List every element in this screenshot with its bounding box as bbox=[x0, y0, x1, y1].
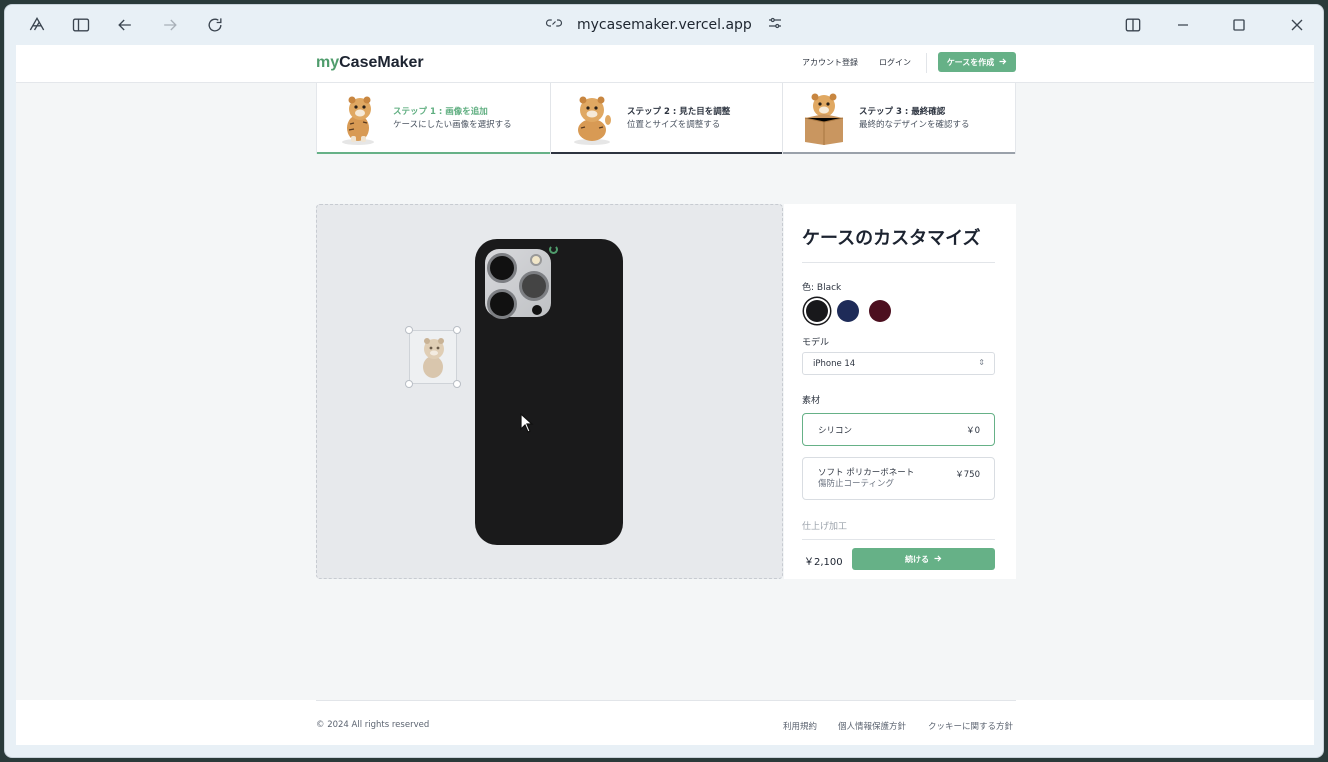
tiger-cub-in-box-image bbox=[804, 93, 844, 145]
sidebar-toggle-icon[interactable] bbox=[69, 13, 93, 37]
divider bbox=[802, 539, 995, 540]
url-text[interactable]: mycasemaker.vercel.app bbox=[577, 17, 752, 33]
finish-label: 仕上げ加工 bbox=[802, 522, 848, 532]
close-icon[interactable] bbox=[1285, 13, 1309, 37]
model-label: モデル bbox=[802, 338, 830, 348]
color-swatch-black[interactable] bbox=[806, 300, 828, 322]
forward-icon[interactable] bbox=[158, 13, 182, 37]
camera-lens bbox=[519, 271, 549, 301]
uploaded-tiger-image bbox=[423, 338, 444, 378]
browser-window: mycasemaker.vercel.app myCaseMaker アカウント… bbox=[4, 4, 1324, 758]
loading-spinner-icon bbox=[549, 245, 558, 254]
color-swatch-blue[interactable] bbox=[837, 300, 859, 322]
create-case-label: ケースを作成 bbox=[946, 57, 995, 67]
step-3-title: ステップ 3 : 最終確認 bbox=[859, 106, 946, 117]
footer-divider bbox=[316, 700, 1016, 701]
resize-handle-bottom-right[interactable] bbox=[453, 380, 461, 388]
chevron-up-down-icon: ⇕ bbox=[978, 358, 985, 367]
continue-label: 続ける bbox=[905, 554, 929, 564]
tiger-cub-sitting-image bbox=[342, 96, 374, 145]
nav-divider bbox=[926, 53, 927, 73]
step-1-progress-bar bbox=[317, 152, 550, 154]
material-subtitle: 傷防止コーティング bbox=[818, 479, 894, 489]
step-1-description: ケースにしたい画像を選択する bbox=[393, 119, 512, 130]
design-canvas[interactable] bbox=[316, 204, 783, 579]
top-navigation: myCaseMaker アカウント登録 ログイン ケースを作成 bbox=[16, 45, 1314, 83]
address-bar[interactable]: mycasemaker.vercel.app bbox=[545, 11, 784, 39]
material-price: ￥0 bbox=[966, 426, 980, 436]
material-name: シリコン bbox=[818, 426, 853, 436]
terms-link[interactable]: 利用規約 bbox=[783, 720, 817, 732]
material-option-silicone[interactable]: シリコン ￥0 bbox=[802, 413, 995, 446]
site-settings-icon[interactable] bbox=[766, 14, 784, 36]
step-3-description: 最終的なデザインを確認する bbox=[859, 119, 970, 130]
material-label: 素材 bbox=[802, 396, 821, 406]
copyright: © 2024 All rights reserved bbox=[316, 720, 430, 730]
material-price: ￥750 bbox=[955, 470, 980, 480]
browser-toolbar: mycasemaker.vercel.app bbox=[5, 5, 1323, 45]
arrow-right-icon bbox=[998, 57, 1007, 68]
arrow-right-icon bbox=[933, 554, 942, 565]
privacy-link[interactable]: 個人情報保護方針 bbox=[838, 720, 906, 732]
resize-handle-top-left[interactable] bbox=[405, 326, 413, 334]
login-link[interactable]: ログイン bbox=[879, 57, 911, 68]
minimize-icon[interactable] bbox=[1171, 13, 1195, 37]
site-logo[interactable]: myCaseMaker bbox=[316, 54, 424, 72]
customize-panel: ケースのカスタマイズ 色: Black モデル iPhone 14 ⇕ 素材 シ… bbox=[784, 204, 1016, 579]
cookie-policy-link[interactable]: クッキーに関する方針 bbox=[928, 720, 1013, 732]
sensor bbox=[532, 305, 542, 315]
camera-lens bbox=[487, 253, 517, 283]
total-price: ￥2,100 bbox=[804, 557, 843, 568]
progress-steps: ステップ 1 : 画像を追加 ケースにしたい画像を選択する ステップ 2: 見… bbox=[316, 83, 1016, 154]
reload-icon[interactable] bbox=[203, 13, 227, 37]
register-link[interactable]: アカウント登録 bbox=[802, 57, 858, 68]
step-1: ステップ 1 : 画像を追加 ケースにしたい画像を選択する bbox=[317, 83, 550, 154]
link-icon bbox=[545, 14, 563, 36]
step-3: ステップ 3 : 最終確認 最終的なデザインを確認する bbox=[783, 83, 1015, 154]
create-case-button[interactable]: ケースを作成 bbox=[938, 52, 1016, 72]
tiger-cub-waving-image bbox=[574, 96, 611, 145]
camera-lens bbox=[487, 289, 517, 319]
panel-title: ケースのカスタマイズ bbox=[802, 228, 981, 249]
continue-button[interactable]: 続ける bbox=[852, 548, 995, 570]
material-option-polycarbonate[interactable]: ソフト ポリカーボネート 傷防止コーティング ￥750 bbox=[802, 457, 995, 500]
uploaded-image[interactable] bbox=[405, 326, 461, 388]
model-select[interactable]: iPhone 14 ⇕ bbox=[802, 352, 995, 375]
phone-case-preview bbox=[475, 239, 623, 545]
flash bbox=[530, 254, 542, 266]
mouse-cursor-icon bbox=[520, 413, 534, 433]
step-3-progress-bar bbox=[783, 152, 1015, 154]
maximize-icon[interactable] bbox=[1227, 13, 1251, 37]
divider bbox=[802, 262, 995, 263]
page-footer: © 2024 All rights reserved 利用規約 個人情報保護方針… bbox=[16, 700, 1314, 745]
resize-handle-top-right[interactable] bbox=[453, 326, 461, 334]
step-2-progress-bar bbox=[551, 152, 782, 154]
split-view-icon[interactable] bbox=[1121, 13, 1145, 37]
step-1-title: ステップ 1 : 画像を追加 bbox=[393, 106, 488, 117]
step-2: ステップ 2 : 見た目を調整 位置とサイズを調整する bbox=[551, 83, 782, 154]
resize-handle-bottom-left[interactable] bbox=[405, 380, 413, 388]
color-label: 色: Black bbox=[802, 283, 842, 293]
camera-module bbox=[485, 249, 551, 319]
back-icon[interactable] bbox=[113, 13, 137, 37]
step-2-description: 位置とサイズを調整する bbox=[627, 119, 721, 130]
browser-logo-icon[interactable] bbox=[25, 13, 49, 37]
model-select-value: iPhone 14 bbox=[813, 358, 856, 369]
color-swatch-rose[interactable] bbox=[869, 300, 891, 322]
page-viewport: myCaseMaker アカウント登録 ログイン ケースを作成 ステップ 1:… bbox=[16, 45, 1314, 745]
step-2-title: ステップ 2 : 見た目を調整 bbox=[627, 106, 731, 117]
